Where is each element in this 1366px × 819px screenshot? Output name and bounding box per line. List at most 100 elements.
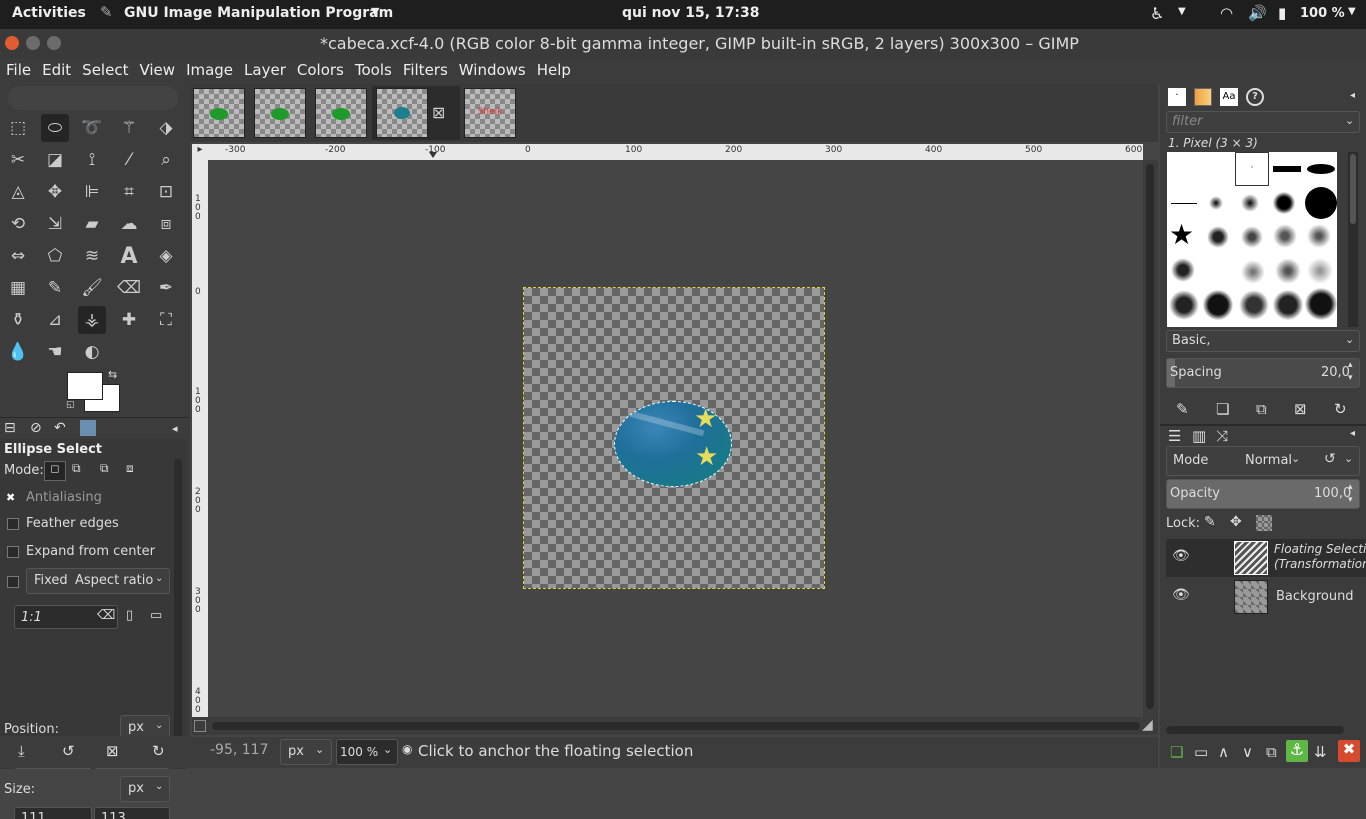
expand-checkbox[interactable]	[7, 546, 19, 558]
lock-alpha-icon[interactable]	[1256, 515, 1272, 531]
brush-texture[interactable]	[1169, 290, 1199, 320]
app-menu-button[interactable]: GNU Image Manipulation Program	[124, 5, 393, 21]
shear-tool-icon[interactable]: ▰	[78, 210, 106, 238]
flip-tool-icon[interactable]: ⇔	[4, 242, 32, 270]
ratio-input[interactable]: 1:1 ⌫	[14, 605, 118, 629]
menu-view[interactable]: View	[133, 58, 180, 79]
layers-h-scrollbar[interactable]	[1166, 726, 1344, 734]
eye-icon[interactable]: 👁	[1172, 587, 1190, 603]
brush-fuzzy-large[interactable]	[1273, 192, 1295, 214]
crop-tool-icon[interactable]: ⌗	[115, 178, 143, 206]
warp-transform-tool-icon[interactable]: ≋	[78, 242, 106, 270]
mode-replace-icon[interactable]: ◻	[44, 461, 66, 481]
quick-mask-corner-icon[interactable]: ▸	[192, 144, 208, 160]
move-tool-icon[interactable]: ✥	[41, 178, 69, 206]
close-tab-icon[interactable]: ⊠	[432, 103, 445, 122]
floating-ellipse-selection[interactable]: ★ ★	[614, 401, 732, 487]
bucket-fill-tool-icon[interactable]: ◈	[152, 242, 180, 270]
dodge-burn-tool-icon[interactable]: ◐	[78, 338, 106, 366]
lock-pixels-icon[interactable]: ✎	[1204, 514, 1216, 530]
anchor-layer-icon[interactable]: ⚓	[1286, 740, 1308, 762]
menu-file[interactable]: File	[0, 58, 36, 79]
spacing-slider[interactable]: Spacing 20,0 ▴ ▾	[1166, 358, 1360, 388]
text-tool-icon[interactable]: A	[115, 242, 143, 270]
foreground-select-tool-icon[interactable]: ◪	[41, 146, 69, 174]
color-select-tool-icon[interactable]: ⬗	[152, 114, 180, 142]
default-colors-icon[interactable]: ◱	[66, 400, 75, 410]
ellipse-select-tool-icon[interactable]: ⬭	[41, 114, 69, 142]
accessibility-icon[interactable]: ♿	[1150, 4, 1164, 23]
brush-texture[interactable]	[1241, 226, 1263, 248]
airbrush-tool-icon[interactable]: ✒	[152, 274, 180, 302]
fixed-checkbox[interactable]	[7, 576, 19, 588]
fuzzy-select-tool-icon[interactable]: ⚚	[115, 114, 143, 142]
mode-subtract-icon[interactable]: ⧉	[100, 461, 109, 476]
brush-fuzzy-medium[interactable]	[1241, 194, 1259, 212]
warp-tool-icon[interactable]: ☁	[115, 210, 143, 238]
vertical-scrollbar[interactable]	[1143, 160, 1158, 717]
delete-preset-icon[interactable]: ⊠	[106, 742, 119, 760]
size-unit-dropdown[interactable]: px ⌄	[120, 776, 170, 802]
opacity-slider[interactable]: Opacity 100,0 ▴ ▾	[1166, 479, 1360, 509]
new-brush-icon[interactable]: ❏	[1216, 400, 1229, 418]
scale-tool-icon[interactable]: ⇲	[41, 210, 69, 238]
chevron-down-icon[interactable]: ▼	[1348, 6, 1356, 17]
image-tab-3[interactable]	[315, 88, 367, 138]
images-tab-icon[interactable]	[80, 420, 96, 436]
merge-layer-icon[interactable]: ⇊	[1314, 743, 1327, 761]
brush-texture[interactable]	[1273, 290, 1303, 320]
brush-ellipse[interactable]	[1307, 164, 1335, 174]
reset-icon[interactable]: ↻	[152, 742, 165, 760]
tool-options-scrollbar[interactable]	[174, 459, 182, 739]
mode-intersect-icon[interactable]: ⧈	[126, 461, 134, 476]
image-tab-4-active[interactable]	[376, 88, 428, 138]
layer-row-floating[interactable]: 👁 Floating Selecti (Transformation	[1166, 539, 1366, 577]
blend-space-toggle[interactable]: ↺ ⌄	[1320, 450, 1360, 472]
brush-texture[interactable]	[1307, 258, 1333, 284]
pencil-tool-icon[interactable]: ✎	[41, 274, 69, 302]
brush-texture[interactable]	[1275, 258, 1301, 284]
new-layer-icon[interactable]: ❏	[1170, 743, 1183, 761]
delete-layer-icon[interactable]: ✖	[1338, 740, 1360, 762]
save-preset-icon[interactable]: ⤓	[18, 742, 25, 760]
portrait-icon[interactable]: ▯	[126, 608, 133, 623]
menu-edit[interactable]: Edit	[36, 58, 76, 79]
brush-texture[interactable]	[1171, 258, 1195, 282]
landscape-icon[interactable]: ▭	[150, 608, 162, 623]
tool-options-tab-icon[interactable]: ⊟	[4, 420, 16, 436]
horizontal-scrollbar-thumb[interactable]	[212, 722, 1140, 730]
brush-hard-large[interactable]	[1305, 187, 1337, 219]
restore-preset-icon[interactable]: ↺	[62, 742, 75, 760]
duplicate-brush-icon[interactable]: ⧉	[1256, 400, 1267, 418]
fonts-tab-icon[interactable]: Aa	[1220, 88, 1238, 106]
maximize-window-button[interactable]	[47, 36, 61, 50]
free-select-tool-icon[interactable]: ➰	[78, 114, 106, 142]
vertical-scrollbar-thumb[interactable]	[1146, 164, 1154, 709]
delete-brush-icon[interactable]: ⊠	[1294, 400, 1307, 418]
clock[interactable]: qui nov 15, 17:38	[622, 5, 759, 21]
menu-image[interactable]: Image	[180, 58, 238, 79]
measure-tool-icon[interactable]: ◬	[4, 178, 32, 206]
horizontal-scrollbar[interactable]: ◢	[192, 717, 1158, 735]
configure-tab-icon[interactable]: ◂	[1350, 428, 1355, 439]
brush-texture[interactable]	[1241, 260, 1265, 284]
clear-icon[interactable]: ⌫	[97, 608, 115, 623]
zoom-dropdown[interactable]: 100 % ⌄	[336, 739, 398, 765]
minimize-window-button[interactable]	[26, 36, 40, 50]
fixed-dropdown[interactable]: Fixed Aspect ratio ⌄	[26, 568, 170, 594]
menu-help[interactable]: Help	[531, 58, 576, 79]
spin-icon[interactable]: ▴▾	[1348, 481, 1353, 507]
rotate-tool-icon[interactable]: ⟲	[4, 210, 32, 238]
foreground-color-swatch[interactable]	[67, 372, 103, 400]
ink-tool-icon[interactable]: ⚱	[4, 306, 32, 334]
close-window-button[interactable]	[5, 36, 19, 50]
brush-texture[interactable]	[1307, 224, 1331, 248]
rect-select-tool-icon[interactable]: ⬚	[4, 114, 32, 142]
brushes-tab-icon[interactable]: ·	[1168, 88, 1186, 106]
configure-tab-icon[interactable]: ◂	[172, 422, 178, 435]
zoom-fit-icon[interactable]: ◢	[1142, 717, 1153, 733]
image-tab-1[interactable]	[193, 88, 245, 138]
brush-texture[interactable]	[1207, 226, 1229, 248]
layer-row-background[interactable]: 👁 Background	[1166, 578, 1366, 616]
menu-layer[interactable]: Layer	[238, 58, 291, 79]
